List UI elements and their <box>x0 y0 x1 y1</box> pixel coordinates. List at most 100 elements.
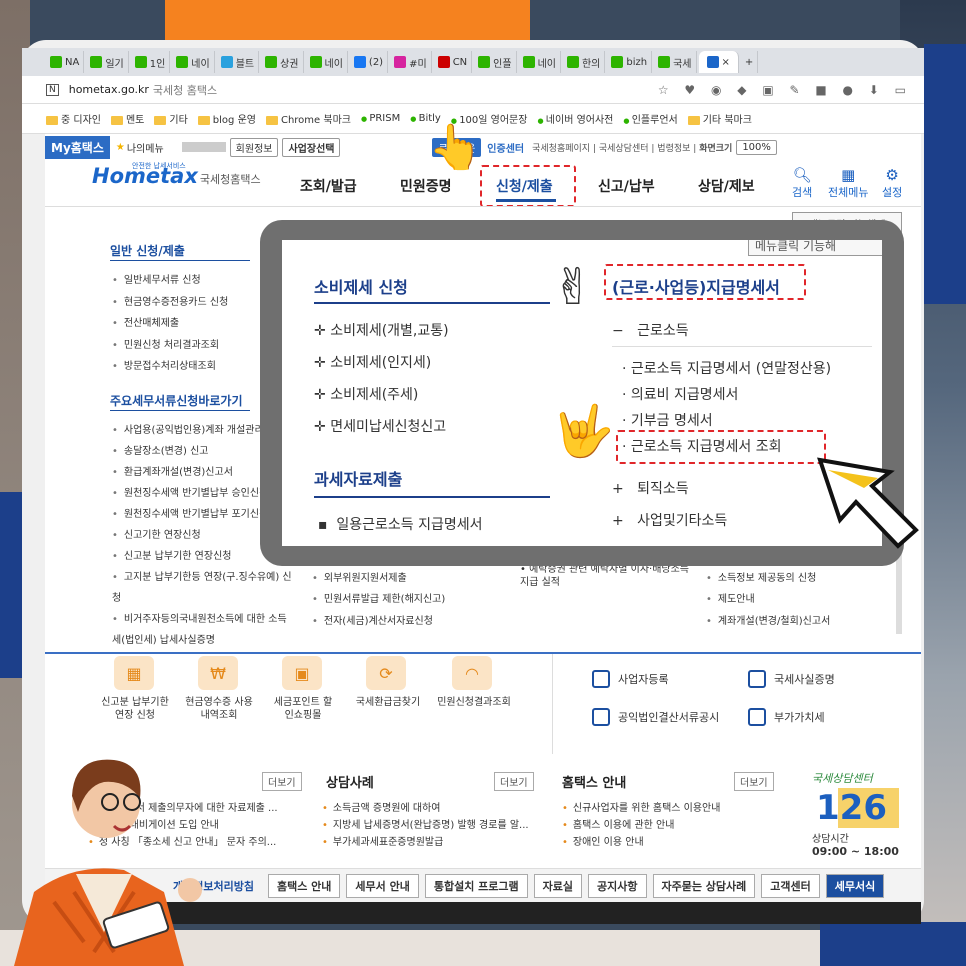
browser-tab[interactable]: 네이 <box>306 51 348 73</box>
menu-item[interactable]: 민원신청 처리결과조회 <box>112 335 228 357</box>
footer-link[interactable]: 공지사항 <box>588 873 647 898</box>
menu-item[interactable]: 소득정보 제공동의 신청 <box>706 568 830 590</box>
footer-link[interactable]: 자주묻는 상담사례 <box>652 873 756 898</box>
browser-tab[interactable]: 네이 <box>519 51 561 73</box>
nav-consult[interactable]: 상담/제보 <box>698 176 755 196</box>
browser-tab[interactable]: 블트 <box>217 51 260 73</box>
browser-tab[interactable]: CN <box>434 51 473 73</box>
browser-tab[interactable]: 한의 <box>563 51 606 73</box>
refund-icon[interactable]: ⟳ <box>366 656 406 690</box>
browser-tab[interactable]: 국세 <box>654 51 697 73</box>
browser-tab[interactable]: bizh <box>607 51 653 73</box>
bookmark-item[interactable]: 기타 <box>154 111 188 126</box>
new-tab-icon[interactable]: + <box>741 51 759 73</box>
quick-link-label[interactable]: 신고분 납부기한 연장 신청 <box>98 696 172 722</box>
vat-link[interactable]: 부가가치세 <box>748 708 825 726</box>
call-center-box[interactable]: 국세상담센터 126 상담시간 09:00 ~ 18:00 <box>812 770 899 858</box>
business-select-button[interactable]: 사업장선택 <box>282 137 341 157</box>
bookmark-item[interactable]: Chrome 북마크 <box>265 111 351 126</box>
calendar-icon[interactable]: ▦ <box>114 656 154 690</box>
menu-item[interactable]: 방문접수처리상태조회 <box>112 356 228 378</box>
receipt-icon[interactable]: ₩ <box>198 656 238 690</box>
browser-tab[interactable]: 일기 <box>86 51 129 73</box>
nav-filing[interactable]: 신고/납부 <box>598 176 655 196</box>
close-tab-icon[interactable]: × <box>722 57 730 68</box>
payment-statement-item[interactable]: · 근로소득 지급명세서 (연말정산용) <box>622 358 831 378</box>
bookmark-item[interactable]: ● PRISM <box>361 113 400 124</box>
nav-certificate[interactable]: 민원증명 <box>400 176 452 196</box>
menu-item[interactable]: 민원서류발급 제한(해지신고) <box>312 589 445 611</box>
footer-link[interactable]: 세무서 안내 <box>346 873 419 898</box>
browser-tab[interactable]: 인플 <box>474 51 517 73</box>
zoom-control[interactable]: 100% <box>736 139 777 155</box>
member-info-button[interactable]: 회원정보 <box>229 137 279 157</box>
footer-link[interactable]: 세무서식 <box>825 873 885 898</box>
browser-tab[interactable]: 상권 <box>261 51 304 73</box>
menu-click-toggle-zoomed[interactable]: 메뉴클릭 기능해 <box>748 240 882 256</box>
menu-item[interactable]: 전자(세금)계산서자료신청 <box>312 611 445 633</box>
excise-tax-item[interactable]: ✛ 면세미납세신청신고 <box>314 416 446 436</box>
settings-header[interactable]: ⚙ 설정 <box>882 166 902 200</box>
business-income-group[interactable]: + 사업및기타소득 <box>612 510 727 530</box>
excise-tax-item[interactable]: ✛ 소비제세(인지세) <box>314 352 431 372</box>
browser-tab[interactable]: NA <box>46 51 85 73</box>
all-menu-header[interactable]: ▦ 전체메뉴 <box>828 166 868 200</box>
guide-more-button[interactable]: 더보기 <box>734 772 774 791</box>
public-corp-disclosure-link[interactable]: 공익법인결산서류공시 <box>592 708 719 726</box>
menu-item[interactable]: 일반세무서류 신청 <box>112 270 228 292</box>
excise-tax-item[interactable]: ✛ 소비제세(개별,교통) <box>314 320 449 340</box>
guide-item[interactable]: 홈택스 이용에 관한 안내 <box>562 817 720 834</box>
browser-tab[interactable]: #미 <box>390 51 432 73</box>
tax-bag-icon[interactable]: ▣ <box>282 656 322 690</box>
payment-statement-item[interactable]: · 기부금 명세서 <box>622 410 713 430</box>
business-registration-link[interactable]: 사업자등록 <box>592 670 669 688</box>
quick-link-label[interactable]: 민원신청결과조회 <box>432 696 516 709</box>
consult-item[interactable]: 지방세 납세증명서(완납증명) 발행 경로를 알... <box>322 817 529 834</box>
bookmark-item[interactable]: ● 인플루언서 <box>623 111 677 126</box>
retirement-income-group[interactable]: + 퇴직소득 <box>612 478 689 498</box>
browser-tab[interactable]: 1인 <box>131 51 171 73</box>
consult-more-button[interactable]: 더보기 <box>494 772 534 791</box>
my-hometax-button[interactable]: My홈택스 <box>45 135 110 159</box>
headset-icon[interactable]: ◠ <box>452 656 492 690</box>
menu-item[interactable]: 비거주자등의국내원천소득에 대한 소득세(법인세) 납세사실증명 <box>112 609 292 651</box>
notice-more-button[interactable]: 더보기 <box>262 772 302 791</box>
menu-item[interactable]: 계좌개설(변경/철회)신고서 <box>706 611 830 633</box>
extension-icons[interactable]: ☆ ♥ ◉ ◆ ▣ ✎ ■ ● ⬇ ▭ <box>658 83 912 97</box>
earned-income-group[interactable]: − 근로소득 <box>612 320 689 340</box>
bookmark-item[interactable]: 중 디자인 <box>46 111 101 126</box>
cert-center-link[interactable]: 인증센터 <box>487 140 524 155</box>
guide-item[interactable]: 신규사업자를 위한 홈택스 이용안내 <box>562 800 721 817</box>
footer-link[interactable]: 홈택스 안내 <box>267 873 341 898</box>
url-text[interactable]: hometax.go.kr <box>69 83 149 96</box>
quick-link-label[interactable]: 국세환급금찾기 <box>350 696 426 709</box>
nav-inquiry[interactable]: 조회/발급 <box>300 176 357 196</box>
quick-link-label[interactable]: 세금포인트 할인쇼핑몰 <box>272 696 334 722</box>
browser-tab[interactable]: (2) <box>350 51 389 73</box>
page-info-icon[interactable]: N <box>46 83 59 96</box>
active-tab[interactable]: × <box>698 51 739 73</box>
guide-item[interactable]: 장애인 이용 안내 <box>562 834 720 851</box>
footer-link[interactable]: 통합설치 프로그램 <box>424 873 528 898</box>
menu-item[interactable]: 제도안내 <box>706 589 830 611</box>
footer-link[interactable]: 고객센터 <box>761 873 820 898</box>
menu-item[interactable]: 현금영수증전용카드 신청 <box>112 292 228 314</box>
menu-item[interactable]: 고지분 납부기한등 연장(구.징수유예) 신청 <box>112 567 292 609</box>
consult-item[interactable]: 소득금액 증명원에 대하여 <box>322 800 529 817</box>
my-menu-link[interactable]: 나의메뉴 <box>127 140 164 155</box>
excise-tax-item[interactable]: ✛ 소비제세(주세) <box>314 384 418 404</box>
quick-link-label[interactable]: 현금영수증 사용내역조회 <box>184 696 254 722</box>
top-links[interactable]: 국세청홈페이지 | 국세상담센터 | 법령정보 | 화면크기 <box>532 141 732 154</box>
bookmark-item[interactable]: blog 운영 <box>197 111 256 126</box>
consult-item[interactable]: 부가세과세표준증명원발급 <box>322 834 529 851</box>
bookmark-item[interactable]: 기타 북마크 <box>687 111 752 126</box>
menu-item[interactable]: 외부위원지원서제출 <box>312 568 445 590</box>
bookmark-item[interactable]: ● 네이버 영어사전 <box>537 111 613 126</box>
tax-fact-certificate-link[interactable]: 국세사실증명 <box>748 670 835 688</box>
daily-worker-statement-link[interactable]: ▪ 일용근로소득 지급명세서 <box>318 514 483 534</box>
browser-tab[interactable]: 네이 <box>172 51 215 73</box>
address-bar[interactable]: N hometax.go.kr 국세청 홈택스 ☆ ♥ ◉ ◆ ▣ ✎ ■ ● … <box>22 76 924 104</box>
menu-item[interactable]: 전산매체제출 <box>112 313 228 335</box>
payment-statement-item[interactable]: · 의료비 지급명세서 <box>622 384 738 404</box>
bookmark-item[interactable]: 멘토 <box>110 111 144 126</box>
